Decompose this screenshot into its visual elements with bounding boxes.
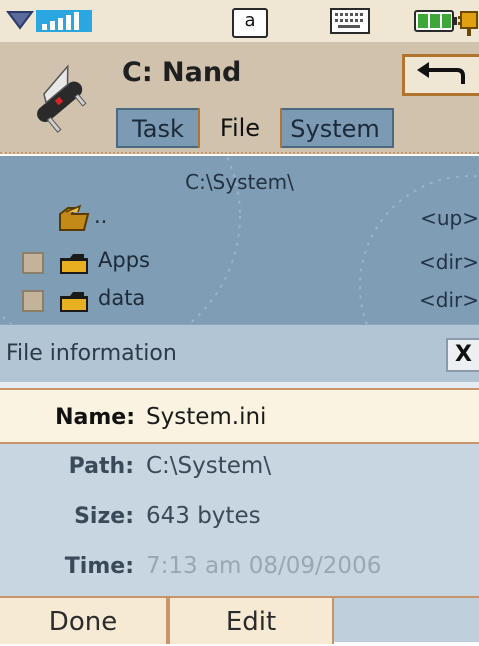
back-arrow-icon <box>417 62 465 84</box>
done-button[interactable]: Done <box>0 598 168 644</box>
list-item-up[interactable]: .. <up> <box>0 200 479 240</box>
softkey-bar: Done Edit <box>0 596 479 644</box>
list-item-type: <up> <box>420 206 479 230</box>
info-label: Path: <box>68 454 134 479</box>
list-item-name: .. <box>94 204 108 228</box>
status-bar: a <box>0 0 479 42</box>
back-button[interactable] <box>402 54 479 96</box>
keyboard-icon[interactable] <box>330 8 370 34</box>
tab-system[interactable]: System <box>278 110 392 146</box>
row-checkbox[interactable] <box>22 290 44 312</box>
info-value: 643 bytes <box>146 503 261 529</box>
info-value: System.ini <box>146 404 267 430</box>
close-button[interactable]: X <box>446 338 479 372</box>
list-item-type: <dir> <box>419 288 479 312</box>
tab-task[interactable]: Task <box>118 110 198 146</box>
file-info-header: File information X <box>0 324 479 382</box>
drive-title: C: Nand <box>122 57 242 88</box>
list-item-type: <dir> <box>419 250 479 274</box>
header: C: Nand Task File System <box>0 42 479 154</box>
folder-icon <box>60 254 88 274</box>
folder-icon <box>60 292 88 312</box>
list-item-data[interactable]: data <dir> <box>0 284 479 324</box>
info-row-time[interactable]: Time: 7:13 am 08/09/2006 <box>0 542 479 600</box>
folder-list: C:\System\ .. <up> Apps <dir> data <dir> <box>0 156 479 324</box>
info-value: C:\System\ <box>146 453 272 479</box>
swiss-army-knife-icon <box>37 64 87 133</box>
info-value: 7:13 am 08/09/2006 <box>146 553 382 579</box>
row-checkbox[interactable] <box>22 252 44 274</box>
list-item-apps[interactable]: Apps <dir> <box>0 242 479 282</box>
info-row-name[interactable]: Name: System.ini <box>0 388 479 444</box>
file-info-title: File information <box>6 341 177 366</box>
battery-icon <box>414 10 457 32</box>
info-label: Size: <box>74 504 134 529</box>
list-item-name: data <box>98 286 146 310</box>
input-mode-indicator[interactable]: a <box>232 8 268 38</box>
info-label: Time: <box>64 554 134 579</box>
tab-file[interactable]: File <box>198 108 282 148</box>
up-folder-icon <box>59 204 90 231</box>
current-path: C:\System\ <box>185 170 294 194</box>
signal-bars-icon <box>36 10 92 32</box>
charger-plug-icon <box>458 11 478 36</box>
edit-button[interactable]: Edit <box>168 598 334 644</box>
list-item-name: Apps <box>98 248 150 272</box>
info-label: Name: <box>55 405 135 430</box>
signal-chevron-icon <box>6 11 34 30</box>
tab-bar: Task File System <box>116 108 394 148</box>
